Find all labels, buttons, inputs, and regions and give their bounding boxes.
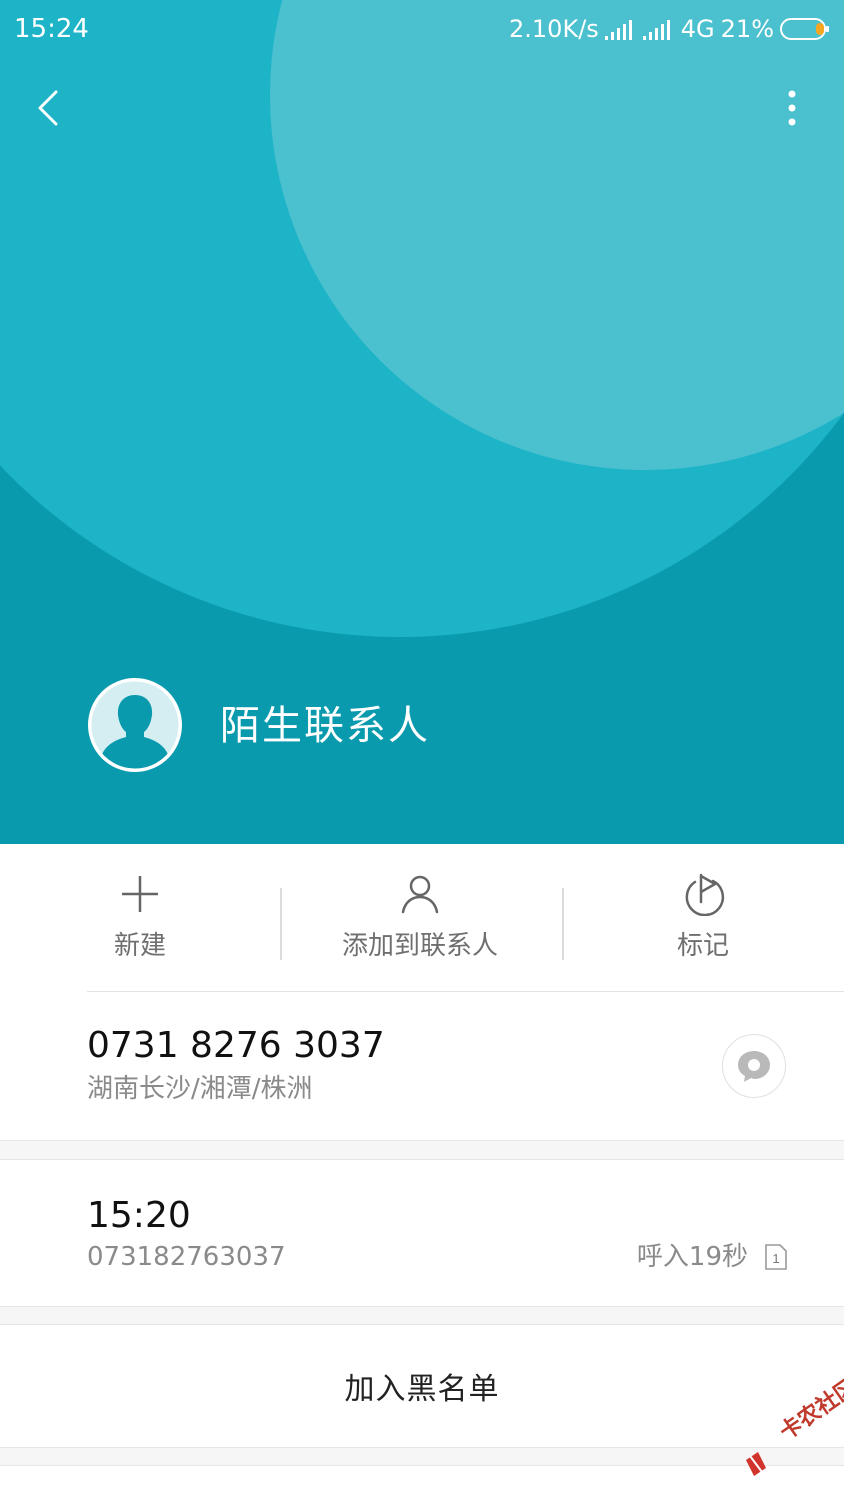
action-divider: [280, 888, 282, 960]
mark-label: 标记: [676, 931, 729, 961]
network-type: 4G: [680, 15, 715, 43]
person-icon: [401, 875, 439, 914]
signal-icon: [642, 18, 675, 40]
phone-location: 湖南长沙/湘潭/株洲: [87, 1074, 313, 1104]
add-to-blacklist-button[interactable]: 加入黑名单: [0, 1325, 844, 1447]
sim-card-icon: 1: [765, 1244, 787, 1270]
battery-icon: [780, 18, 830, 40]
divider: [0, 1306, 844, 1307]
bottom-card: [0, 1466, 844, 1500]
add-to-contacts-label: 添加到联系人: [341, 931, 498, 961]
more-options-button[interactable]: [766, 80, 818, 136]
network-speed: 2.10K/s: [509, 15, 599, 43]
chevron-left-icon: [38, 90, 58, 126]
back-button[interactable]: [22, 80, 74, 136]
status-indicators: 2.10K/s 4G 21%: [509, 12, 830, 46]
add-to-contacts-button[interactable]: 添加到联系人: [300, 844, 540, 992]
sim-label: 1: [772, 1251, 779, 1266]
call-time: 15:20: [87, 1195, 191, 1236]
contact-header: 15:24 2.10K/s 4G 21% 陌生联系人: [0, 0, 844, 844]
plus-icon: [122, 876, 158, 912]
send-message-button[interactable]: [722, 1034, 786, 1098]
status-bar: 15:24 2.10K/s 4G 21%: [0, 0, 844, 60]
more-vertical-icon: [788, 90, 796, 126]
new-contact-label: 新建: [113, 931, 166, 961]
call-number: 073182763037: [87, 1242, 286, 1272]
divider: [0, 1447, 844, 1448]
contact-name: 陌生联系人: [220, 703, 430, 749]
blacklist-row: 加入黑名单: [0, 1325, 844, 1447]
phone-number: 0731 8276 3037: [87, 1025, 385, 1066]
new-contact-button[interactable]: 新建: [60, 844, 220, 992]
mark-button[interactable]: 标记: [623, 844, 783, 992]
action-row: 新建 添加到联系人 标记: [0, 844, 844, 992]
status-time: 15:24: [14, 14, 89, 44]
avatar[interactable]: [87, 677, 183, 773]
action-divider: [562, 888, 564, 960]
call-duration: 呼入19秒: [636, 1242, 748, 1272]
call-log-item[interactable]: 15:20 073182763037 呼入19秒: [0, 1160, 844, 1306]
battery-percent: 21%: [720, 15, 774, 43]
phone-number-row[interactable]: 0731 8276 3037 湖南长沙/湘潭/株洲: [0, 992, 844, 1140]
signal-icon: [604, 18, 637, 40]
contact-detail-page: 15:24 2.10K/s 4G 21% 陌生联系人 新建 添加到联系人 标记 …: [0, 0, 844, 1500]
flag-icon: [685, 873, 725, 916]
divider: [0, 1140, 844, 1141]
message-bubble-icon: [738, 1051, 770, 1082]
